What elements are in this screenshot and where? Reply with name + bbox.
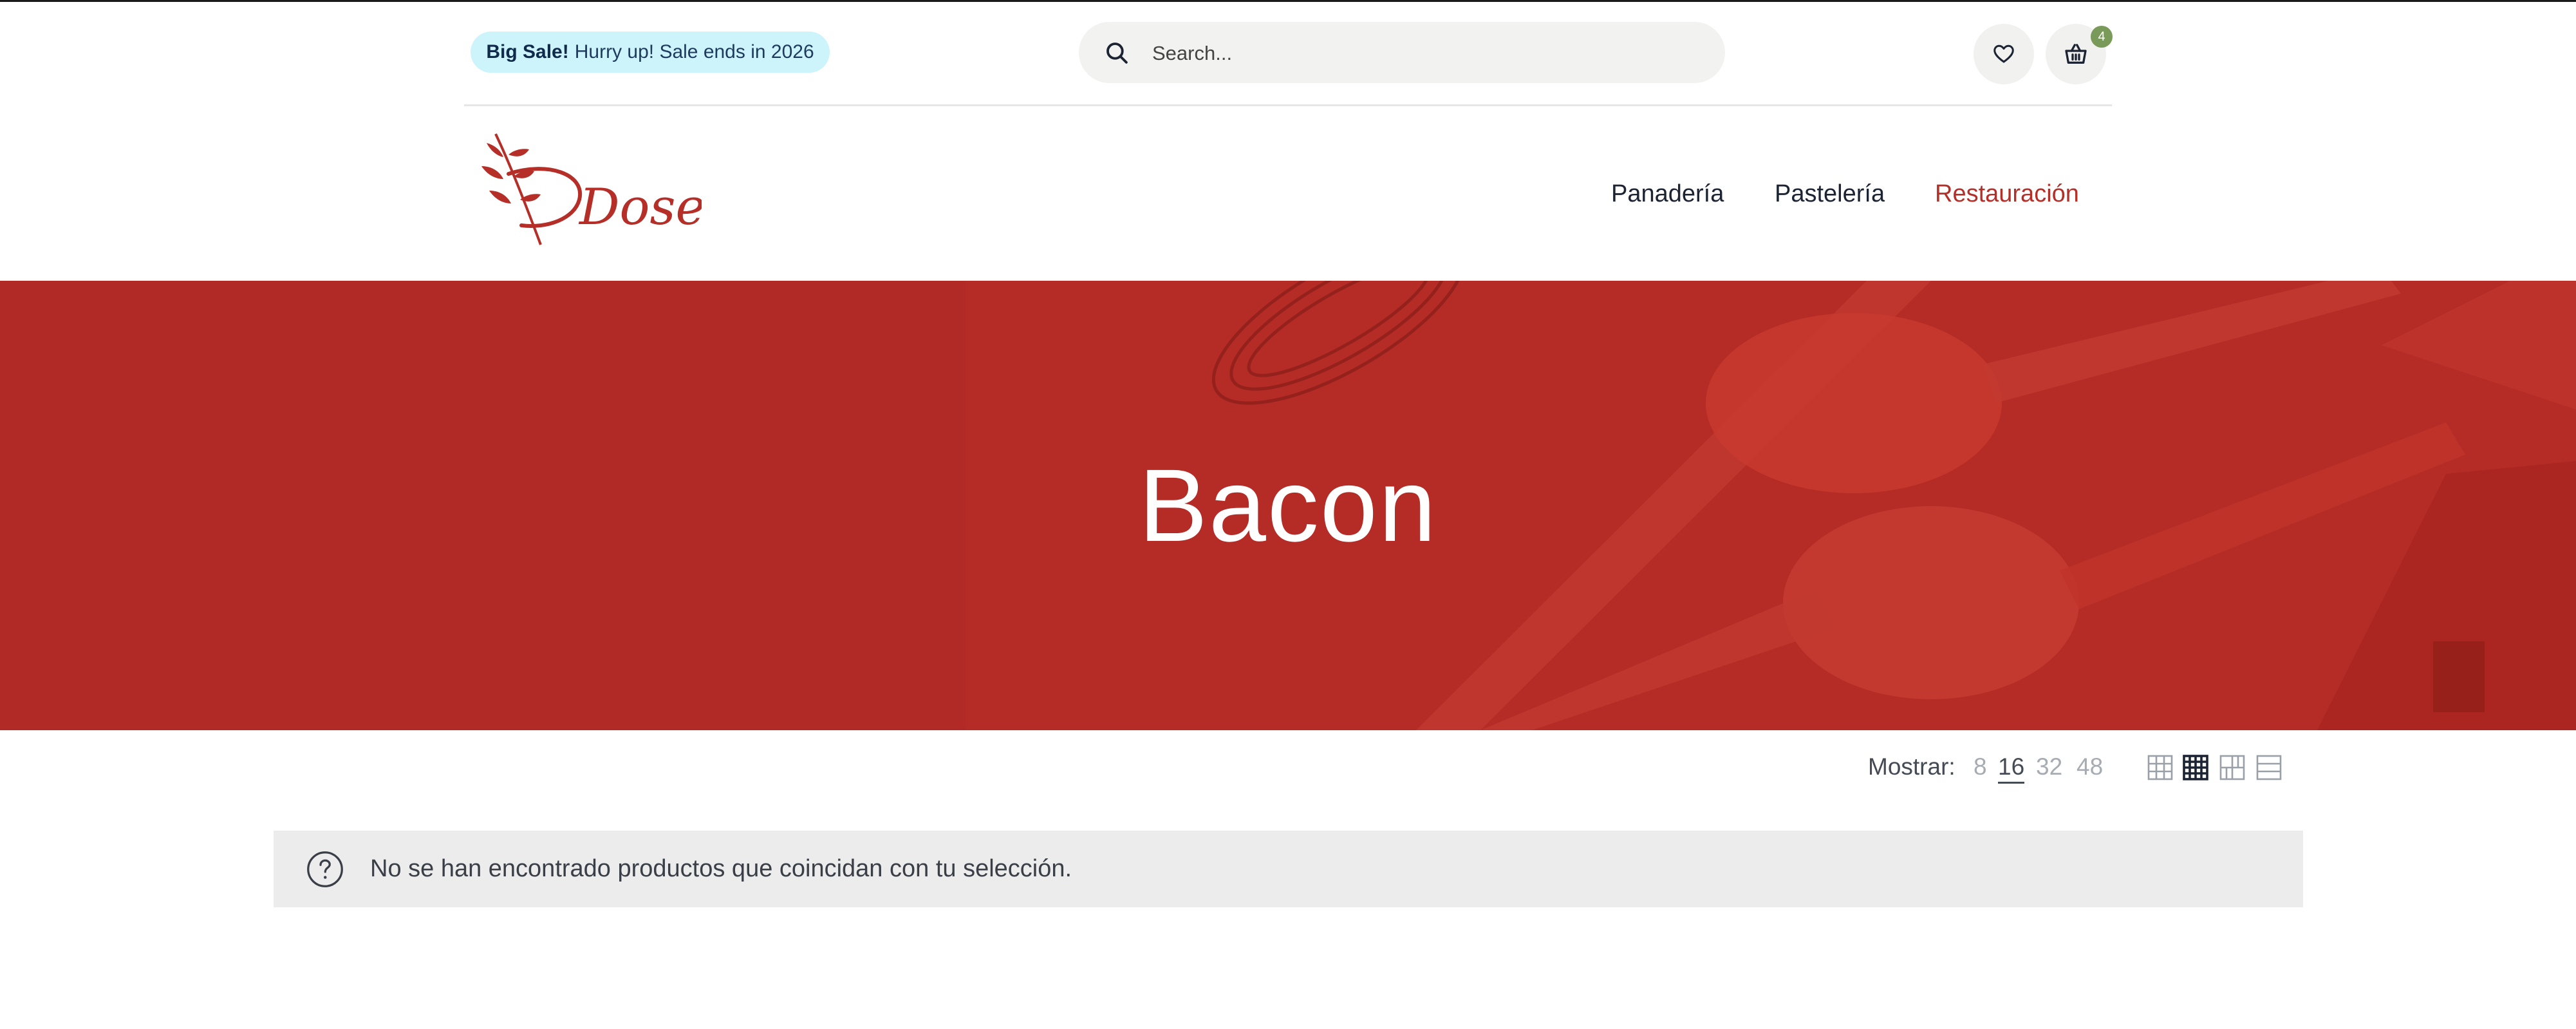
grid-3-icon[interactable] xyxy=(2183,755,2208,780)
per-page-option-32[interactable]: 32 xyxy=(2036,753,2062,780)
nav-item-pasteleria[interactable]: Pastelería xyxy=(1775,180,1885,208)
category-title: Bacon xyxy=(1139,448,1437,563)
per-page-option-8[interactable]: 8 xyxy=(1974,753,1987,780)
sale-badge-strong: Big Sale! xyxy=(486,41,569,62)
category-hero: Bacon xyxy=(0,281,2576,730)
sale-badge[interactable]: Big Sale! Hurry up! Sale ends in 2026 xyxy=(471,32,830,73)
per-page-option-16[interactable]: 16 xyxy=(1998,753,2025,784)
search-input[interactable] xyxy=(1151,33,1701,73)
cart-count-badge: 4 xyxy=(2091,26,2113,48)
notice-message: No se han encontrado productos que coinc… xyxy=(370,855,1072,882)
grid-4-icon[interactable] xyxy=(2219,755,2245,780)
search-bar[interactable] xyxy=(1079,22,1725,83)
sale-badge-text: Hurry up! Sale ends in 2026 xyxy=(574,41,814,62)
per-page-label: Mostrar: xyxy=(1868,753,1955,780)
logo[interactable]: Doser xyxy=(470,129,702,248)
nav-item-restauracion[interactable]: Restauración xyxy=(1935,180,2079,208)
wishlist-button[interactable] xyxy=(1974,24,2034,84)
per-page-option-48[interactable]: 48 xyxy=(2077,753,2103,780)
grid-2-icon[interactable] xyxy=(2147,755,2173,780)
no-products-notice: No se han encontrado productos que coinc… xyxy=(274,831,2303,907)
top-border xyxy=(0,0,2576,2)
search-icon[interactable] xyxy=(1103,39,1130,66)
nav-item-panaderia[interactable]: Panadería xyxy=(1611,180,1724,208)
heart-icon xyxy=(1993,44,2014,63)
basket-icon xyxy=(2065,44,2087,64)
header-divider xyxy=(464,104,2112,106)
logo-wordmark: Doser xyxy=(578,178,702,236)
list-icon[interactable] xyxy=(2256,755,2282,780)
question-circle-icon xyxy=(307,851,343,887)
